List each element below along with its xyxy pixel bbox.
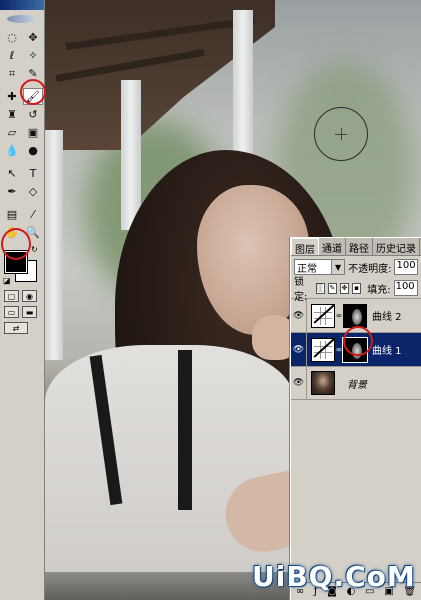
jump-to-imageready-icon[interactable]: ⇄ — [4, 322, 28, 334]
layer-name: 曲线 2 — [372, 312, 402, 323]
layer-row-curves-1[interactable]: 👁 ∞ 曲线 1 — [291, 326, 421, 366]
layer-name: 背景 — [347, 379, 367, 391]
lock-transparency-icon[interactable]: ░ — [315, 282, 325, 294]
hand-tool-icon[interactable]: ✋ — [2, 224, 22, 241]
blur-tool-icon[interactable]: 💧 — [2, 142, 22, 159]
curves-adjustment-icon — [311, 303, 335, 328]
eye-icon[interactable]: 👁 — [291, 367, 307, 399]
layer-name: 曲线 1 — [372, 346, 402, 357]
layer-row-background[interactable]: 👁 背景 — [291, 366, 421, 400]
history-brush-tool-icon[interactable]: ↺ — [23, 106, 43, 123]
lock-position-icon[interactable]: ✥ — [339, 282, 350, 294]
pillar — [45, 130, 63, 360]
clone-stamp-tool-icon[interactable]: ♜ — [2, 106, 22, 123]
pillar — [121, 80, 141, 230]
crop-tool-icon[interactable]: ⌗ — [2, 65, 22, 82]
eyedropper-tool-icon[interactable]: ⁄ — [23, 206, 43, 223]
slice-tool-icon[interactable]: ✎ — [23, 65, 43, 82]
fill-input[interactable]: 100 — [393, 280, 419, 296]
tab-history[interactable]: 历史记录 — [373, 238, 420, 255]
link-icon[interactable]: ∞ — [335, 345, 343, 354]
move-tool-icon[interactable]: ✥ — [23, 29, 43, 46]
healing-brush-tool-icon[interactable]: ✚ — [2, 88, 22, 105]
fill-label: 填充: — [367, 284, 391, 296]
shape-tool-icon[interactable]: ◇ — [23, 183, 43, 200]
lasso-tool-icon[interactable]: ℓ — [2, 47, 22, 64]
curves-adjustment-icon — [311, 337, 335, 362]
standard-mode-icon[interactable]: ▢ — [4, 290, 19, 302]
dodge-tool-icon[interactable]: ● — [23, 142, 43, 159]
brush-cursor — [314, 107, 368, 161]
watermark-logo: UiBQ.CoM — [252, 560, 416, 593]
chevron-down-icon: ▼ — [331, 260, 345, 274]
tool-grid: ◌ ✥ ℓ ✧ ⌗ ✎ ✚ 🖌 ♜ ↺ ▱ ▣ 💧 ● ↖ T ✒ ◇ ▤ ⁄ ✋ 🔍 — [0, 28, 44, 242]
link-icon[interactable]: ∞ — [335, 311, 343, 320]
quick-mask-row: ▢ ◉ — [0, 288, 44, 304]
zoom-tool-icon[interactable]: 🔍 — [23, 224, 43, 241]
foreground-color-swatch[interactable] — [4, 250, 28, 274]
full-screen-menu-icon[interactable]: ▬ — [22, 306, 37, 318]
layer-row-curves-2[interactable]: 👁 ∞ 曲线 2 — [291, 298, 421, 332]
lock-row: 锁定: ░ ✎ ✥ ▪ 填充: 100 — [291, 277, 421, 303]
standard-screen-icon[interactable]: ▭ — [4, 306, 19, 318]
pen-tool-icon[interactable]: ✒ — [2, 183, 22, 200]
quick-mask-mode-icon[interactable]: ◉ — [22, 290, 37, 302]
tab-channels[interactable]: 通道 — [319, 238, 346, 255]
swap-colors-icon[interactable]: ↻ — [31, 245, 38, 254]
marquee-tool-icon[interactable]: ◌ — [2, 29, 22, 46]
tab-paths[interactable]: 路径 — [346, 238, 373, 255]
photoshop-feather-icon[interactable] — [0, 10, 44, 28]
layer-mask-thumbnail[interactable] — [343, 303, 367, 328]
background-layer-thumbnail — [311, 371, 335, 395]
path-selection-tool-icon[interactable]: ↖ — [2, 165, 22, 182]
type-tool-icon[interactable]: T — [23, 165, 43, 182]
opacity-input[interactable]: 100 — [394, 259, 418, 275]
eye-icon[interactable]: 👁 — [291, 299, 307, 332]
eraser-tool-icon[interactable]: ▱ — [2, 124, 22, 141]
eye-icon[interactable]: 👁 — [291, 333, 307, 366]
layers-palette: 图层 通道 路径 历史记录 正常 ▼ 不透明度: 100 锁定: ░ ✎ ✥ ▪… — [290, 237, 421, 600]
jump-row: ⇄ — [0, 320, 44, 336]
default-colors-icon[interactable]: ◪ — [3, 276, 11, 285]
notes-tool-icon[interactable]: ▤ — [2, 206, 22, 223]
toolbox: ◌ ✥ ℓ ✧ ⌗ ✎ ✚ 🖌 ♜ ↺ ▱ ▣ 💧 ● ↖ T ✒ ◇ ▤ ⁄ ✋ 🔍 ↻ ◪ ▢ ◉ ▭ ▬ ⇄ — [0, 0, 46, 600]
layer-mask-thumbnail[interactable] — [342, 336, 368, 363]
toolbox-titlebar[interactable] — [0, 0, 44, 10]
strap — [178, 350, 192, 510]
screen-mode-row: ▭ ▬ — [0, 304, 44, 320]
brush-tool-icon[interactable]: 🖌 — [23, 88, 43, 105]
magic-wand-tool-icon[interactable]: ✧ — [23, 47, 43, 64]
palette-tabs: 图层 通道 路径 历史记录 — [291, 238, 421, 256]
color-swatches: ↻ ◪ — [0, 245, 44, 288]
tab-layers[interactable]: 图层 — [291, 238, 319, 256]
lock-image-icon[interactable]: ✎ — [327, 282, 337, 294]
opacity-label: 不透明度: — [348, 263, 392, 275]
lock-all-icon[interactable]: ▪ — [352, 282, 362, 294]
gradient-tool-icon[interactable]: ▣ — [23, 124, 43, 141]
